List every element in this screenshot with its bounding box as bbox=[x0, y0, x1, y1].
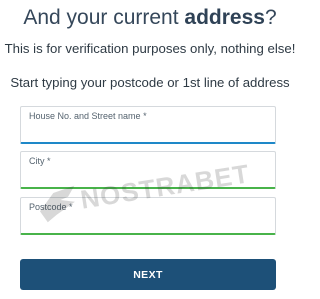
title-suffix: ? bbox=[264, 6, 277, 29]
postcode-input[interactable] bbox=[29, 215, 267, 231]
verification-note: This is for verification purposes only, … bbox=[4, 41, 296, 56]
address-instruction: Start typing your postcode or 1st line o… bbox=[10, 75, 290, 90]
postcode-field[interactable]: Postcode * bbox=[20, 197, 276, 235]
next-button[interactable]: NEXT bbox=[20, 259, 276, 290]
page-title: And your current address? bbox=[0, 6, 300, 30]
street-label: House No. and Street name * bbox=[29, 111, 147, 121]
city-input[interactable] bbox=[29, 169, 267, 185]
street-field[interactable]: House No. and Street name * bbox=[20, 106, 276, 144]
title-prefix: And your current bbox=[23, 6, 185, 29]
city-label: City * bbox=[29, 156, 51, 166]
postcode-label: Postcode * bbox=[29, 202, 73, 212]
title-emphasis: address bbox=[184, 6, 265, 29]
city-field[interactable]: City * bbox=[20, 151, 276, 189]
street-input[interactable] bbox=[29, 124, 267, 140]
